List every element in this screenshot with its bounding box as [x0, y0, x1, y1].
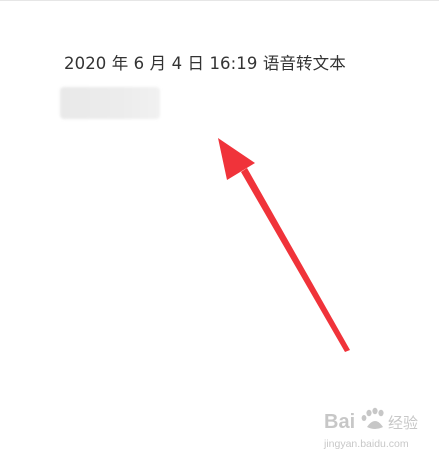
arrow-shaft	[241, 168, 350, 352]
arrow-head	[218, 138, 255, 180]
svg-text:经验: 经验	[388, 414, 418, 432]
note-timestamp-header: 2020 年 6 月 4 日 16:19 语音转文本	[64, 54, 346, 73]
top-divider	[0, 0, 439, 1]
note-screen: 2020 年 6 月 4 日 16:19 语音转文本 Bai 经验 jingya…	[0, 0, 439, 461]
blurred-note-text[interactable]	[60, 87, 160, 119]
baidu-paw-logo: Bai 经验 jingyan.baidu.com	[323, 407, 418, 450]
svg-text:jingyan.baidu.com: jingyan.baidu.com	[323, 438, 409, 450]
baidu-watermark: Bai 经验 jingyan.baidu.com	[322, 404, 434, 454]
svg-text:Bai: Bai	[324, 411, 355, 433]
